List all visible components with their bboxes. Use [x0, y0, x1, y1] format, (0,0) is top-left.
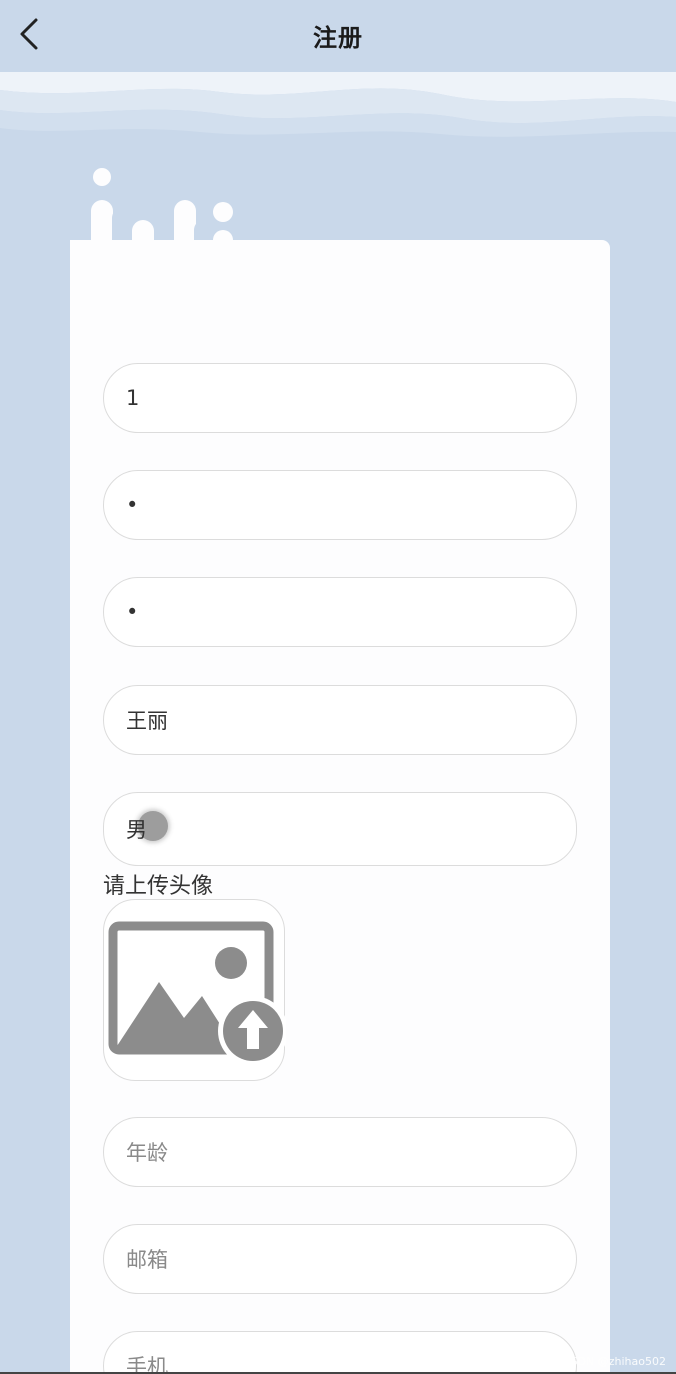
gender-label: 男	[126, 818, 147, 842]
name-field[interactable]: 王丽	[103, 685, 577, 755]
email-field[interactable]: 邮箱	[103, 1224, 577, 1294]
gender-field[interactable]: 男	[103, 792, 577, 866]
page-title: 注册	[313, 24, 363, 52]
cloud-decoration	[0, 72, 676, 137]
age-field[interactable]: 年龄	[103, 1117, 577, 1187]
avatar-label: 请上传头像	[103, 874, 214, 899]
watermark: CSDN @zhihao502	[562, 1355, 666, 1368]
phone-field[interactable]: 手机	[103, 1331, 577, 1374]
avatar-upload-button[interactable]	[103, 899, 286, 1081]
username-field[interactable]: 1	[103, 363, 577, 433]
top-bar: 注册	[0, 0, 676, 72]
confirm-password-field[interactable]: •	[103, 577, 577, 647]
password-field[interactable]: •	[103, 470, 577, 540]
image-upload-icon	[108, 921, 286, 1066]
